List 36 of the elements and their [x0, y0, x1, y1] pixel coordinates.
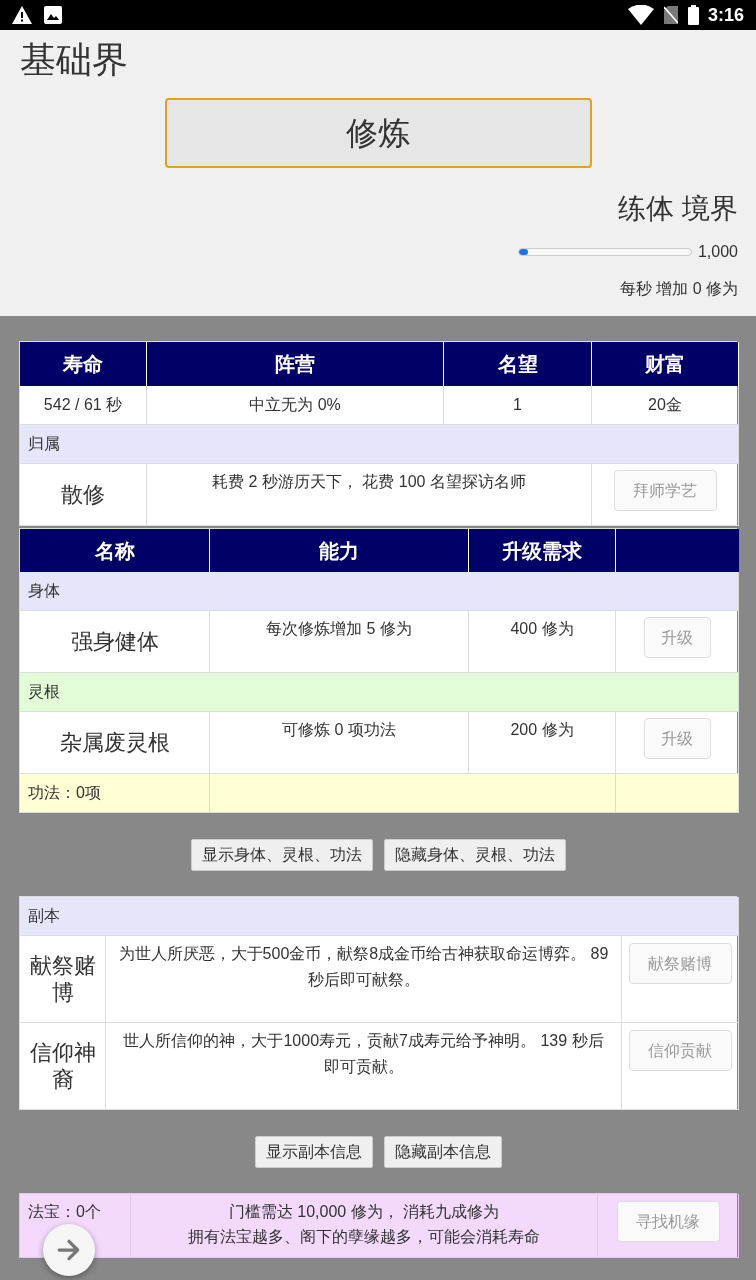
arrow-right-icon [56, 1237, 82, 1263]
column-header: 寿命 [20, 342, 147, 386]
cultivate-button[interactable]: 修炼 [164, 98, 592, 168]
wifi-icon [627, 5, 654, 25]
status-time: 3:16 [707, 4, 744, 26]
column-header: 名望 [444, 342, 592, 386]
table-cell: 献祭赌博 [20, 936, 106, 1023]
table-cell: 世人所信仰的神，大于1000寿元，贡献7成寿元给予神明。 139 秒后即可贡献。 [106, 1023, 622, 1110]
column-header: 能力 [210, 529, 469, 572]
section-header: 副本 [20, 897, 739, 936]
column-header: 阵营 [147, 342, 444, 386]
toggle-button[interactable]: 显示副本信息 [254, 1136, 373, 1168]
battery-icon [687, 5, 699, 25]
warning-icon [12, 6, 32, 24]
toggle-button[interactable]: 隐藏副本信息 [383, 1136, 502, 1168]
table-cell: 门槛需达 10,000 修为， 消耗九成修为 拥有法宝越多、阁下的孽缘越多，可能会消耗寿命 [131, 1194, 598, 1258]
realm-label: 练体 境界 [618, 192, 738, 226]
column-header: 名称 [20, 529, 210, 572]
page-title: 基础界 [19, 38, 128, 82]
no-sim-icon [663, 6, 678, 24]
rate-label: 每秒 增加 0 修为 [619, 279, 738, 299]
image-icon [44, 6, 62, 24]
arrow-button[interactable] [43, 1224, 95, 1276]
toggle-button[interactable]: 显示身体、灵根、功法 [190, 839, 373, 871]
table-cell: 耗费 2 秒游历天下， 花费 100 名望探访名师 [147, 464, 592, 526]
toggle-button[interactable]: 隐藏身体、灵根、功法 [383, 839, 566, 871]
column-header: 升级需求 [469, 529, 616, 572]
column-header: 财富 [592, 342, 739, 386]
progress-reading: 1,000 [697, 242, 738, 262]
table-cell: 信仰神裔 [20, 1023, 106, 1110]
table-cell: 功法：0项 [20, 774, 210, 813]
table-cell: 为世人所厌恶，大于500金币，献祭8成金币给古神获取命运博弈。 89 秒后即可献祭。 [106, 936, 622, 1023]
section-header: 灵根 [20, 673, 739, 712]
table-cell: 散修 [20, 464, 147, 526]
section-header: 身体 [20, 572, 739, 611]
section-header: 归属 [20, 425, 739, 464]
